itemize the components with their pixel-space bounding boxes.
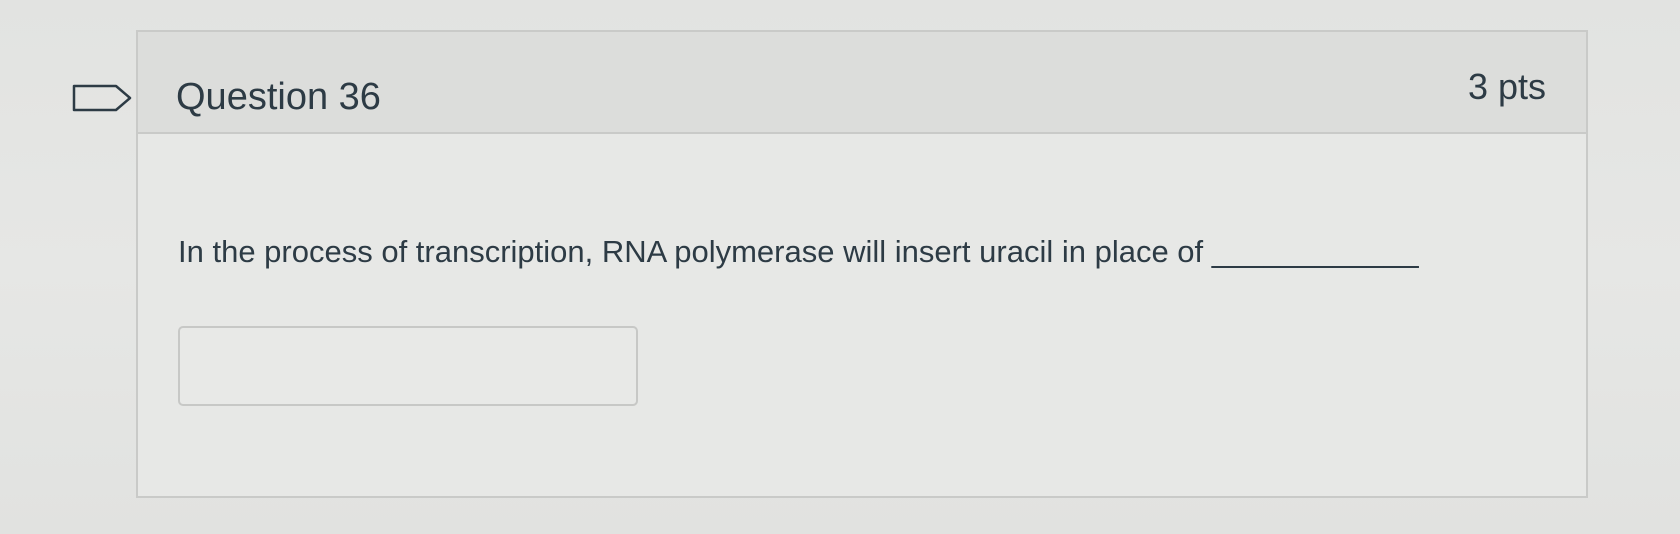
flag-question-icon[interactable]: [72, 84, 134, 112]
question-points: 3 pts: [1467, 66, 1546, 107]
question-header: Question 36 3 pts: [138, 32, 1586, 134]
answer-input[interactable]: [178, 326, 638, 406]
question-card: Question 36 3 pts In the process of tran…: [136, 30, 1588, 498]
question-title: Question 36: [176, 76, 381, 118]
quiz-page: Question 36 3 pts In the process of tran…: [0, 0, 1680, 534]
question-text: In the process of transcription, RNA pol…: [178, 234, 1419, 269]
